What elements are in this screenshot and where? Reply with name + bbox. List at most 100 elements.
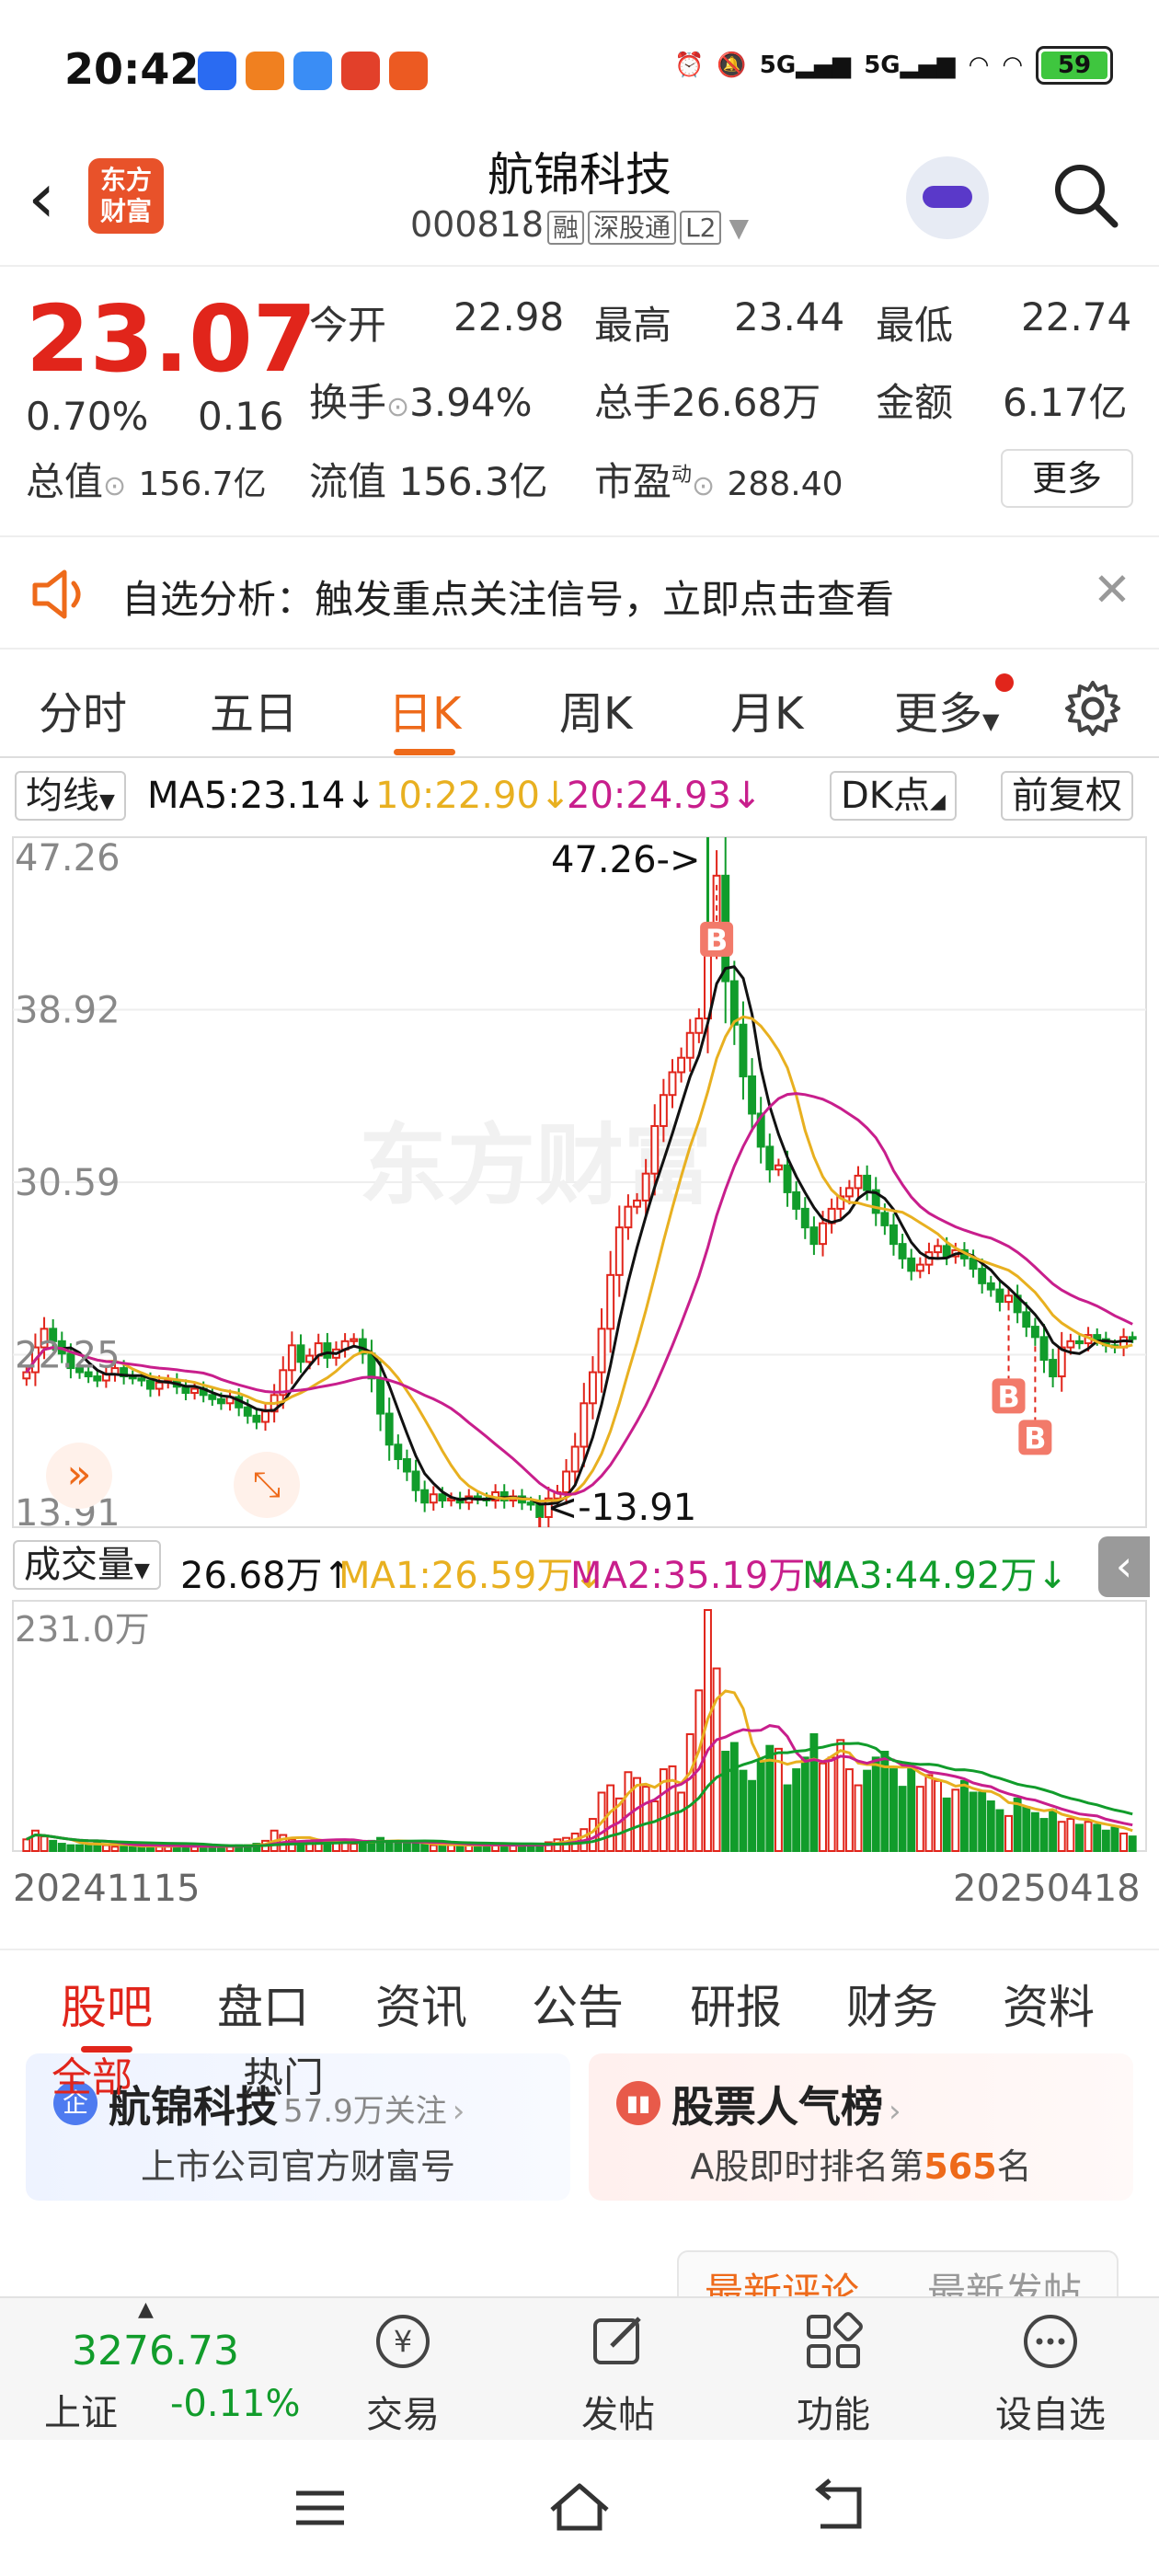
mute-icon: 🔕 — [717, 52, 747, 79]
candle-body — [208, 1394, 217, 1400]
settings-gear-icon[interactable] — [1063, 679, 1122, 738]
volume-bar — [376, 1836, 385, 1853]
candle-body — [411, 1470, 420, 1491]
volume-bar — [1128, 1835, 1137, 1853]
volume-bar — [110, 1846, 120, 1852]
more-dots-icon — [1024, 2315, 1077, 2368]
index-value[interactable]: 3276.73 — [72, 2328, 239, 2375]
volume-indicator-selector[interactable]: 成交量▼ — [13, 1540, 161, 1590]
candle-body — [898, 1243, 907, 1259]
low-label: 最低 — [876, 303, 954, 348]
tab-pankou[interactable]: 盘口 — [217, 1971, 309, 2037]
search-icon[interactable] — [1049, 158, 1122, 232]
dropdown-icon[interactable]: ▼ — [729, 213, 749, 243]
candle-body — [880, 1212, 889, 1226]
ma20-value: 20:24.93↓ — [567, 775, 763, 817]
candle-body — [792, 1190, 801, 1210]
add-watchlist-button[interactable]: 设自选 — [986, 2309, 1115, 2438]
volume-bar — [986, 1800, 995, 1852]
adjust-button[interactable]: 前复权 — [1001, 771, 1133, 821]
tab-five-day[interactable]: 五日 — [210, 677, 298, 742]
candle-body — [729, 980, 739, 1026]
volume-bar — [995, 1809, 1004, 1853]
tab-daily-k[interactable]: 日K — [388, 677, 461, 755]
y-tick-label: 47.26 — [15, 837, 120, 880]
tab-profile[interactable]: 资料 — [1003, 1971, 1095, 2037]
tab-research[interactable]: 研报 — [690, 1971, 782, 2037]
tag-connect: 深股通 — [588, 211, 677, 245]
home-icon[interactable] — [546, 2477, 613, 2539]
turnover-item[interactable]: 换手⊙3.94% — [309, 372, 533, 428]
candle-body — [1049, 1359, 1058, 1378]
ma-legend-row: 均线▼ MA5:23.14↓ 10:22.90↓ 20:24.93↓ DK点◢ … — [0, 767, 1159, 822]
banner-text: 自选分析：触发重点关注信号，立即点击查看 — [121, 577, 895, 622]
ma10-value: 10:22.90↓ — [375, 775, 571, 817]
volume-bar — [1066, 1818, 1075, 1852]
buy-signal-label: B — [706, 923, 728, 958]
volume-bar — [915, 1786, 924, 1852]
candle-body — [261, 1410, 270, 1423]
tab-more[interactable]: 更多▼ — [894, 677, 999, 742]
tag-l2: L2 — [680, 211, 722, 245]
tab-weekly-k[interactable]: 周K — [559, 677, 632, 742]
close-icon[interactable]: ✕ — [1093, 563, 1131, 616]
expand-panel-icon[interactable]: » — [46, 1443, 112, 1509]
y-tick-label: 38.92 — [15, 990, 120, 1032]
trade-button[interactable]: ¥ 交易 — [339, 2309, 467, 2438]
robot-assistant-icon[interactable] — [906, 156, 989, 239]
analysis-banner[interactable]: 自选分析：触发重点关注信号，立即点击查看 ✕ — [0, 535, 1159, 650]
signal-icon: 5G▂▄▆ — [759, 52, 852, 79]
menu-icon[interactable] — [291, 2480, 350, 2536]
buy-signal-label: B — [997, 1379, 1019, 1414]
volume-bar — [819, 1762, 827, 1853]
tab-intraday[interactable]: 分时 — [39, 677, 127, 742]
y-tick-label: 30.59 — [15, 1162, 120, 1204]
candle-body — [1039, 1336, 1049, 1362]
pe-item[interactable]: 市盈动⊙ 288.40 — [594, 451, 843, 507]
volume-bar — [1022, 1806, 1031, 1853]
more-quote-button[interactable]: 更多 — [1001, 449, 1133, 508]
candle-body — [243, 1406, 252, 1417]
tab-guba[interactable]: 股吧 — [61, 1971, 153, 2053]
candle-body — [641, 1172, 650, 1202]
volume-bar — [792, 1768, 801, 1853]
grid-icon — [807, 2312, 863, 2368]
vol-ma2: MA2:35.19万↓ — [570, 1555, 836, 1597]
tab-finance[interactable]: 财务 — [846, 1971, 938, 2037]
kline-chart-area[interactable]: 东方财富 BBB 47.26 38.92 30.59 22.25 13.91 231.0… — [0, 828, 1159, 1932]
volume-bar — [641, 1786, 650, 1852]
expand-up-icon[interactable]: ▲ — [138, 2298, 154, 2321]
kline-chart[interactable]: 东方财富 BBB 47.2638.9230.5922.2513.91 231.0… — [0, 828, 1159, 1932]
candle-body — [323, 1342, 332, 1359]
mktcap-item[interactable]: 总值⊙ 156.7亿 — [26, 451, 267, 507]
candle-body — [633, 1199, 641, 1208]
volume-bar — [889, 1768, 898, 1853]
filter-hot[interactable]: 热门 — [243, 2044, 324, 2103]
candle-body — [854, 1174, 863, 1190]
tab-news[interactable]: 资讯 — [375, 1971, 467, 2037]
fullscreen-icon[interactable]: ⤡ — [234, 1452, 300, 1518]
volume-bar — [1119, 1832, 1129, 1852]
volume-bar — [447, 1844, 455, 1852]
bottom-action-bar: ▲ 3276.73 上证 -0.11% ¥ 交易 发帖 功能 设自选 — [0, 2296, 1159, 2440]
volume-bar — [1039, 1818, 1049, 1852]
indicator-selector[interactable]: 均线▼ — [15, 771, 126, 821]
volume-bar — [101, 1844, 110, 1852]
candle-body — [1075, 1340, 1084, 1345]
tab-announcement[interactable]: 公告 — [532, 1971, 624, 2037]
dk-point-button[interactable]: DK点◢ — [830, 771, 957, 821]
candle-body — [942, 1245, 951, 1258]
candle-body — [650, 1124, 660, 1175]
volume-bar — [394, 1841, 403, 1853]
collapse-arrow-icon[interactable]: ‹ — [1098, 1536, 1150, 1597]
filter-all[interactable]: 全部 — [52, 2044, 132, 2103]
tab-monthly-k[interactable]: 月K — [730, 677, 803, 742]
notification-icons — [198, 52, 428, 90]
function-button[interactable]: 功能 — [769, 2309, 898, 2438]
amount-label: 金额 — [876, 380, 954, 425]
back-nav-icon[interactable] — [808, 2478, 868, 2537]
candle-body — [1066, 1340, 1075, 1349]
popularity-rank-card[interactable]: ▮▮ 股票人气榜 › A股即时排名第565名 — [589, 2053, 1133, 2201]
candle-body — [420, 1489, 430, 1504]
post-button[interactable]: 发帖 — [554, 2309, 683, 2438]
